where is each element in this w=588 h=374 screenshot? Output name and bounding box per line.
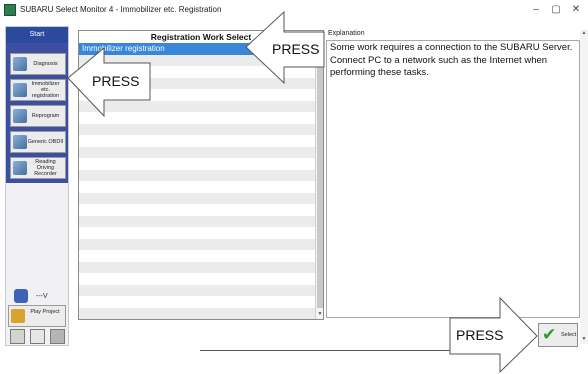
sidebar-item-reprogram[interactable]: Reprogram (10, 105, 66, 127)
list-item[interactable] (79, 89, 315, 101)
list-item[interactable] (79, 181, 315, 193)
window-title: SUBARU Select Monitor 4 - Immobilizer et… (20, 5, 222, 14)
callout-text: PRESS (272, 41, 320, 57)
callout-text: PRESS (456, 327, 504, 343)
list-item[interactable] (79, 215, 315, 227)
title-bar: SUBARU Select Monitor 4 - Immobilizer et… (0, 0, 588, 22)
explanation-box: Some work requires a connection to the S… (326, 40, 580, 318)
explanation-text: Some work requires a connection to the S… (330, 42, 573, 78)
sidebar-item-label: Reading Driving Recorder (34, 159, 57, 177)
list-item[interactable] (79, 273, 315, 285)
list-item[interactable] (79, 100, 315, 112)
work-list-scrollbar[interactable]: ▼ (315, 43, 323, 319)
print-icon[interactable] (50, 329, 65, 344)
select-button[interactable]: ✔ Select (538, 323, 578, 347)
scroll-down-icon[interactable]: ▼ (580, 336, 588, 344)
callout-text: PRESS (92, 73, 140, 89)
sidebar-item-diagnosis[interactable]: Diagnosis (10, 53, 66, 75)
app-icon (4, 4, 16, 16)
obd-icon (13, 135, 27, 149)
play-project-label: Play Project (30, 309, 60, 315)
sidebar-item-label: Reprogram (31, 113, 60, 119)
footer-tools (10, 329, 70, 345)
scrollbar-thumb[interactable] (317, 53, 323, 308)
list-item[interactable] (79, 238, 315, 250)
voltage-status: ---V (14, 289, 64, 305)
maximize-button[interactable]: ▢ (548, 3, 564, 17)
list-item[interactable] (79, 123, 315, 135)
explanation-panel: Explanation Some work requires a connect… (326, 30, 580, 320)
divider (200, 350, 500, 351)
recorder-icon (13, 161, 27, 175)
play-project-button[interactable]: Play Project (8, 305, 66, 327)
close-button[interactable]: ✕ (568, 3, 584, 17)
immobilizer-icon (13, 83, 27, 97)
list-item[interactable] (79, 307, 315, 319)
sidebar-item-label: Generic OBDII (27, 139, 64, 145)
vehicle-status-icon (14, 289, 28, 303)
sidebar-item-label: Immobilizer etc. registration (31, 81, 60, 99)
scroll-up-icon[interactable]: ▲ (580, 30, 588, 38)
list-item[interactable] (79, 296, 315, 308)
list-item[interactable] (79, 204, 315, 216)
select-label: Select (561, 332, 577, 338)
sidebar-item-generic-obd[interactable]: Generic OBDII (10, 131, 66, 153)
voltage-text: ---V (36, 293, 48, 300)
checkmark-icon: ✔ (542, 325, 557, 345)
explanation-label: Explanation (328, 30, 365, 37)
sidebar-item-immobilizer[interactable]: Immobilizer etc. registration (10, 79, 66, 101)
reprogram-icon (13, 109, 27, 123)
settings-icon[interactable] (10, 329, 25, 344)
list-item[interactable] (79, 169, 315, 181)
sidebar-item-label: Diagnosis (33, 61, 58, 67)
window-scrollbar[interactable]: ▲ ▼ (580, 30, 588, 344)
diagnosis-icon (13, 57, 27, 71)
list-item[interactable] (79, 135, 315, 147)
list-item[interactable] (79, 112, 315, 124)
list-item[interactable] (79, 250, 315, 262)
sidebar-item-driving-recorder[interactable]: Reading Driving Recorder (10, 157, 66, 179)
list-item[interactable] (79, 284, 315, 296)
start-tab[interactable]: Start (6, 27, 68, 43)
play-project-icon (11, 309, 25, 323)
sidebar: Start Diagnosis Immobilizer etc. registr… (5, 26, 69, 346)
save-icon[interactable] (30, 329, 45, 344)
list-item[interactable] (79, 158, 315, 170)
list-item[interactable] (79, 192, 315, 204)
list-item[interactable] (79, 261, 315, 273)
scroll-down-icon[interactable]: ▼ (316, 311, 324, 319)
nav-frame: Diagnosis Immobilizer etc. registration … (6, 43, 68, 183)
minimize-button[interactable]: – (528, 3, 544, 17)
list-item[interactable] (79, 146, 315, 158)
list-item[interactable] (79, 227, 315, 239)
